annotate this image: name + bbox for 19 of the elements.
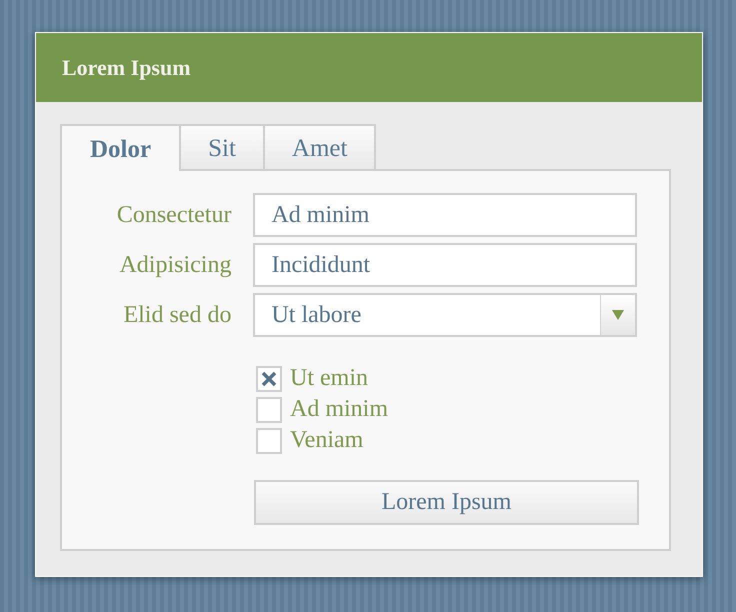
- cross-icon: [261, 370, 277, 386]
- checkbox-label: Ut emin: [290, 365, 368, 392]
- field-label: Elid sed do: [122, 302, 232, 328]
- checkbox-label: Ad minim: [290, 396, 388, 423]
- tab[interactable]: Amet: [264, 124, 376, 169]
- tab[interactable]: Dolor: [60, 124, 182, 171]
- checkbox-label: Veniam: [290, 427, 364, 454]
- tab[interactable]: Sit: [181, 124, 265, 169]
- input-field[interactable]: Ad minim: [253, 193, 637, 237]
- checkbox[interactable]: [256, 396, 282, 422]
- dropdown-arrow-icon: [612, 310, 624, 320]
- submit-button[interactable]: Lorem Ipsum: [254, 480, 639, 525]
- field-label: Consectetur: [116, 202, 232, 228]
- input-field[interactable]: Incididunt: [253, 243, 637, 287]
- checkbox[interactable]: [256, 428, 282, 454]
- checkbox[interactable]: [256, 366, 282, 392]
- dropdown[interactable]: Ut labore: [253, 293, 637, 337]
- window-title: Lorem Ipsum: [62, 54, 191, 80]
- field-label: Adipisicing: [118, 252, 232, 278]
